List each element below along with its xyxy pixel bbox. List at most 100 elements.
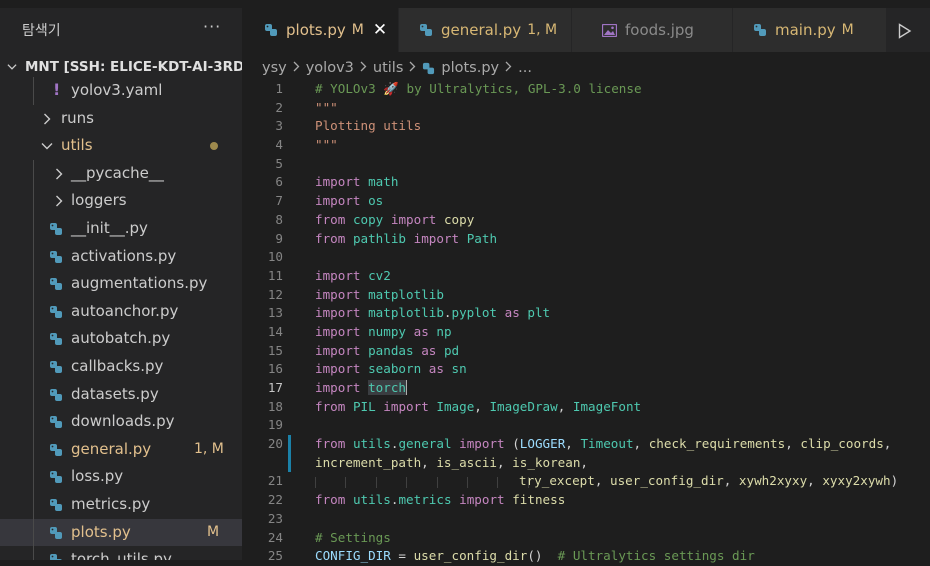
- breadcrumb-item[interactable]: ysy: [262, 60, 287, 76]
- code-token: from: [315, 230, 346, 246]
- chevron-right-icon: [409, 60, 416, 76]
- tree-item-autobatch-py[interactable]: autobatch.py: [0, 325, 242, 353]
- more-actions-button[interactable]: ···: [203, 17, 221, 36]
- tree-item-yolov3-yaml[interactable]: ! yolov3.yaml: [0, 77, 242, 105]
- code-token: import: [315, 286, 361, 302]
- code-token: ,: [807, 473, 823, 489]
- tab-main-py[interactable]: main.py M: [733, 8, 886, 52]
- code-line: increment_path, is_ascii, is_korean,: [242, 453, 930, 473]
- tree-item-autoanchor-py[interactable]: autoanchor.py: [0, 297, 242, 326]
- code-token: metrics: [398, 492, 452, 508]
- python-icon: [49, 250, 63, 264]
- code-token: # Settings: [315, 529, 391, 545]
- code-line: 4 """: [242, 136, 930, 155]
- python-icon: [49, 360, 63, 374]
- code-token: fitness: [512, 492, 566, 508]
- tree-item-callbacks-py[interactable]: callbacks.py: [0, 352, 242, 381]
- code-token: as: [504, 305, 520, 321]
- tree-item-utils[interactable]: utils: [0, 132, 242, 160]
- chevron-right-icon: [55, 195, 63, 207]
- tab-general-py[interactable]: general.py 1, M: [399, 8, 571, 52]
- code-token: xywh2xyxy: [738, 473, 808, 489]
- tree-item-loss-py[interactable]: loss.py: [0, 463, 242, 491]
- code-token: (: [504, 436, 520, 452]
- code-token: copy: [352, 211, 384, 227]
- tree-item-datasets-py[interactable]: datasets.py: [0, 380, 242, 409]
- tree-item-downloads-py[interactable]: downloads.py: [0, 408, 242, 436]
- tree-item-pycache[interactable]: __pycache__: [0, 159, 242, 188]
- code-text: import numpy as np: [315, 323, 452, 342]
- code-token: numpy: [368, 323, 407, 339]
- indent-guide: [33, 546, 34, 560]
- tree-item-activations-py[interactable]: activations.py: [0, 242, 242, 271]
- code-token: import: [315, 267, 361, 283]
- code-editor[interactable]: 1 # YOLOv3 🚀 by Ultralytics, GPL-3.0 lice…: [242, 80, 930, 566]
- tree-item-label: __pycache__: [71, 163, 164, 182]
- breadcrumb-item[interactable]: yolov3: [306, 60, 354, 76]
- breadcrumb: ysy yolov3 utils plots.py...: [262, 57, 532, 79]
- indent-guide: [33, 77, 34, 105]
- code-token: ,: [474, 398, 490, 414]
- line-number: 12: [267, 286, 283, 302]
- tree-item-init-py[interactable]: __init__.py: [0, 214, 242, 243]
- code-token: as: [428, 361, 444, 377]
- code-line: 8 from copy import copy: [242, 211, 930, 230]
- tab-foods-jpg[interactable]: foods.jpg: [572, 8, 732, 52]
- tab-plots-py[interactable]: plots.py M ✕: [242, 8, 398, 52]
- tree-item-label: torch_utils.py: [71, 550, 172, 560]
- code-line: 3 Plotting utils: [242, 117, 930, 136]
- run-icon[interactable]: [898, 23, 912, 43]
- editor-area: plots.py M ✕ general.py 1, M foods.jpg m…: [242, 0, 930, 563]
- python-icon: [49, 470, 63, 484]
- line-number: 2: [275, 99, 283, 115]
- line-number: 11: [267, 267, 283, 283]
- code-token: Timeout: [580, 436, 634, 452]
- tree-item-metrics-py[interactable]: metrics.py: [0, 490, 242, 519]
- code-token: general: [398, 436, 452, 452]
- line-number: 13: [267, 305, 283, 321]
- code-token: copy: [443, 211, 475, 227]
- tree-item-label: activations.py: [71, 246, 177, 265]
- code-token: pandas: [368, 342, 414, 358]
- line-number: 15: [267, 342, 283, 358]
- tree-item-runs[interactable]: runs: [0, 105, 242, 133]
- code-line: 21 try_except, user_config_dir, xywh2xyxy…: [242, 472, 930, 491]
- tree-item-torch-utils-py[interactable]: torch_utils.py: [0, 546, 242, 560]
- image-icon: [602, 23, 617, 37]
- breadcrumb-item[interactable]: ...: [518, 60, 532, 76]
- tree-item-label: autoanchor.py: [71, 301, 179, 320]
- line-number: 23: [267, 510, 283, 526]
- code-line: 11 import cv2: [242, 267, 930, 286]
- explorer-title: 탐색기: [22, 23, 61, 39]
- code-token: math: [368, 174, 399, 190]
- python-icon: [49, 388, 63, 402]
- code-token: ,: [723, 473, 739, 489]
- tree-item-augmentations-py[interactable]: augmentations.py: [0, 270, 242, 298]
- close-icon[interactable]: ✕: [373, 20, 387, 40]
- tab-status: 1, M: [527, 22, 558, 38]
- code-token: ,: [557, 398, 573, 414]
- tree-item-plots-py[interactable]: plots.py M: [0, 518, 242, 547]
- code-token: from: [315, 436, 346, 452]
- code-token: ,: [633, 436, 649, 452]
- python-icon: [49, 553, 63, 560]
- code-line: 2 """: [242, 99, 930, 118]
- tree-item-label: downloads.py: [71, 412, 175, 431]
- breadcrumb-item[interactable]: utils: [373, 60, 404, 76]
- code-line: 13 import matplotlib.pyplot as plt: [242, 304, 930, 323]
- tree-item-loggers[interactable]: loggers: [0, 187, 242, 215]
- code-token: LOGGER: [519, 436, 566, 452]
- code-token: from: [315, 398, 346, 414]
- code-text: import math: [315, 173, 398, 192]
- tree-item-general-py[interactable]: general.py 1, M: [0, 435, 242, 464]
- python-icon: [422, 62, 435, 75]
- breadcrumb-item[interactable]: plots.py: [441, 60, 499, 76]
- line-number: 14: [267, 323, 283, 339]
- code-token: np: [436, 323, 452, 339]
- code-token: import: [315, 305, 361, 321]
- code-token: from: [315, 211, 346, 227]
- tree-item-label: yolov3.yaml: [71, 81, 163, 99]
- code-line: 5: [242, 155, 930, 174]
